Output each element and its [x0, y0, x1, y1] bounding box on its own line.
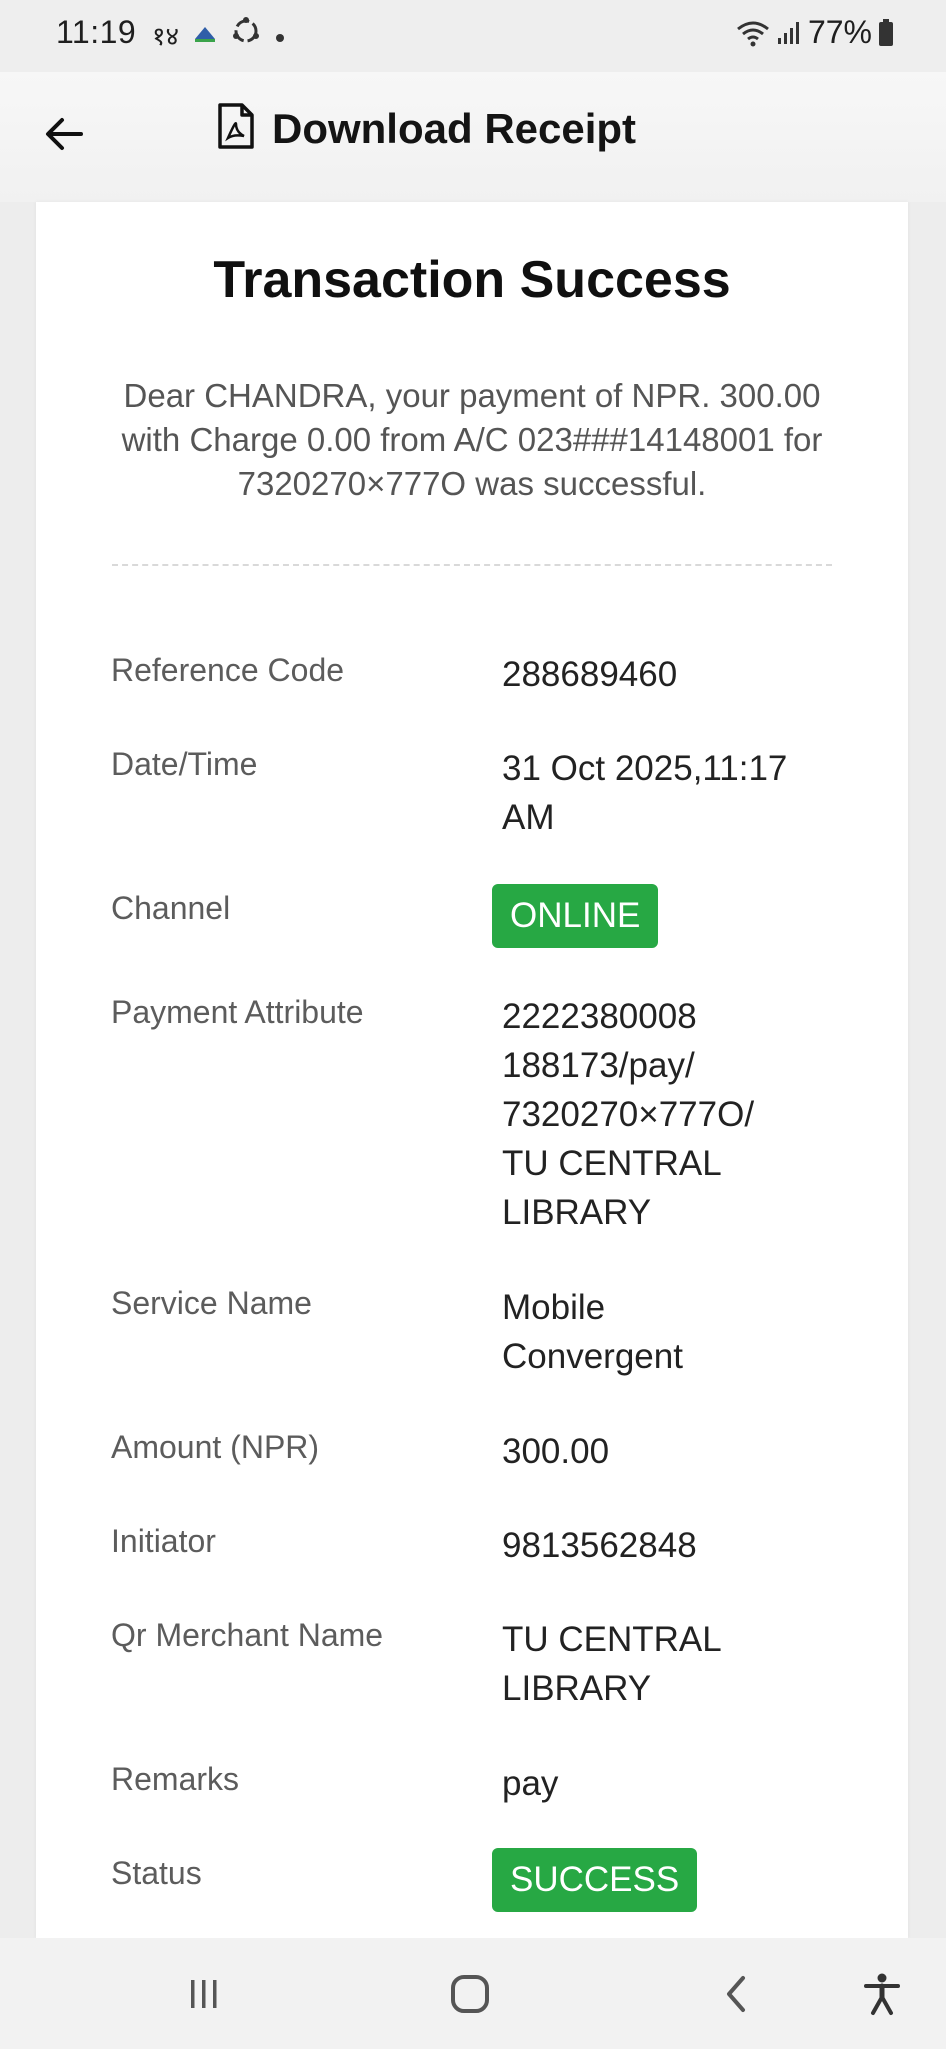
receipt-card: Transaction Success Dear CHANDRA, your p…: [36, 202, 908, 1938]
value-line: Convergent: [502, 1337, 683, 1376]
accessibility-button[interactable]: [852, 1968, 912, 2024]
detail-value-initiator: 9813562848: [502, 1521, 862, 1570]
message-line: with Charge 0.00 from A/C 023###14148001…: [121, 421, 823, 458]
receipt-title: Transaction Success: [213, 251, 731, 309]
status-time: 11:19: [56, 14, 137, 50]
detail-value-amount: 300.00: [502, 1427, 862, 1476]
home-button[interactable]: [440, 1968, 500, 2024]
detail-value-payment-attribute: 2222380008 188173/pay/ 7320270×777O/ TU …: [502, 992, 862, 1237]
value-line: 7320270×777O/: [502, 1095, 755, 1134]
value-line: LIBRARY: [502, 1193, 652, 1232]
value-line: Mobile: [502, 1288, 606, 1327]
detail-label-channel: Channel: [111, 890, 231, 926]
battery-icon: [878, 18, 894, 47]
detail-value-remarks: pay: [502, 1759, 862, 1808]
home-icon: [449, 1973, 491, 2020]
detail-label-initiator: Initiator: [111, 1523, 216, 1559]
value-line: pay: [502, 1764, 559, 1803]
back-button[interactable]: [36, 108, 92, 164]
detail-value-date-time: 31 Oct 2025,11:17 AM: [502, 744, 862, 842]
detail-label-reference-code: Reference Code: [111, 652, 345, 688]
recent-apps-icon: [187, 1976, 221, 2017]
recent-apps-button[interactable]: [174, 1968, 234, 2024]
detail-value-reference-code: 288689460: [502, 650, 862, 699]
status-bar: 11:19 १४ 77%: [0, 0, 946, 72]
value-line: 288689460: [502, 655, 678, 694]
dashed-divider: [112, 564, 832, 566]
navigation-bar: [0, 1938, 946, 2049]
value-line: TU CENTRAL: [502, 1620, 722, 1659]
pdf-file-icon: [216, 102, 256, 155]
detail-label-status: Status: [111, 1855, 202, 1891]
detail-label-qr-merchant-name: Qr Merchant Name: [111, 1617, 384, 1653]
notification-dot-icon: [275, 19, 285, 50]
status-right-icons: 77%: [736, 14, 894, 51]
signal-icon: [776, 20, 802, 46]
accessibility-icon: [862, 1972, 902, 2021]
status-badge: SUCCESS: [492, 1848, 698, 1912]
arrow-left-icon: [44, 117, 84, 156]
value-line: 188173/pay/: [502, 1046, 695, 1085]
page-title: Download Receipt: [272, 104, 637, 152]
detail-value-qr-merchant-name: TU CENTRAL LIBRARY: [502, 1615, 862, 1713]
wifi-icon: [736, 19, 770, 47]
nav-back-icon: [721, 1974, 751, 2019]
value-line: TU CENTRAL: [502, 1144, 722, 1183]
bank-app-icon: [193, 19, 217, 50]
receipt-message: Dear CHANDRA, your payment of NPR. 300.0…: [66, 374, 878, 506]
value-line: 2222380008: [502, 997, 697, 1036]
message-line: Dear CHANDRA, your payment of NPR. 300.0…: [123, 377, 821, 414]
nav-back-button[interactable]: [706, 1968, 766, 2024]
detail-label-payment-attribute: Payment Attribute: [111, 994, 364, 1030]
sync-icon: [231, 16, 261, 53]
detail-label-amount: Amount (NPR): [111, 1429, 320, 1465]
value-line: LIBRARY: [502, 1669, 652, 1708]
battery-percent: 77%: [807, 14, 872, 50]
status-extra-text: १४: [152, 20, 180, 51]
value-line: 31 Oct 2025,11:17: [502, 749, 788, 788]
value-line: 9813562848: [502, 1526, 697, 1565]
status-notification-icons: १४: [152, 16, 285, 53]
detail-label-remarks: Remarks: [111, 1761, 240, 1797]
value-line: AM: [502, 798, 555, 837]
message-line: 7320270×777O was successful.: [237, 465, 707, 502]
detail-value-service-name: Mobile Convergent: [502, 1283, 862, 1381]
channel-badge: ONLINE: [492, 884, 659, 948]
value-line: 300.00: [502, 1432, 610, 1471]
detail-label-date-time: Date/Time: [111, 746, 258, 782]
detail-label-service-name: Service Name: [111, 1285, 312, 1321]
download-receipt-button[interactable]: Download Receipt: [216, 102, 636, 155]
app-header: Download Receipt: [0, 72, 946, 202]
